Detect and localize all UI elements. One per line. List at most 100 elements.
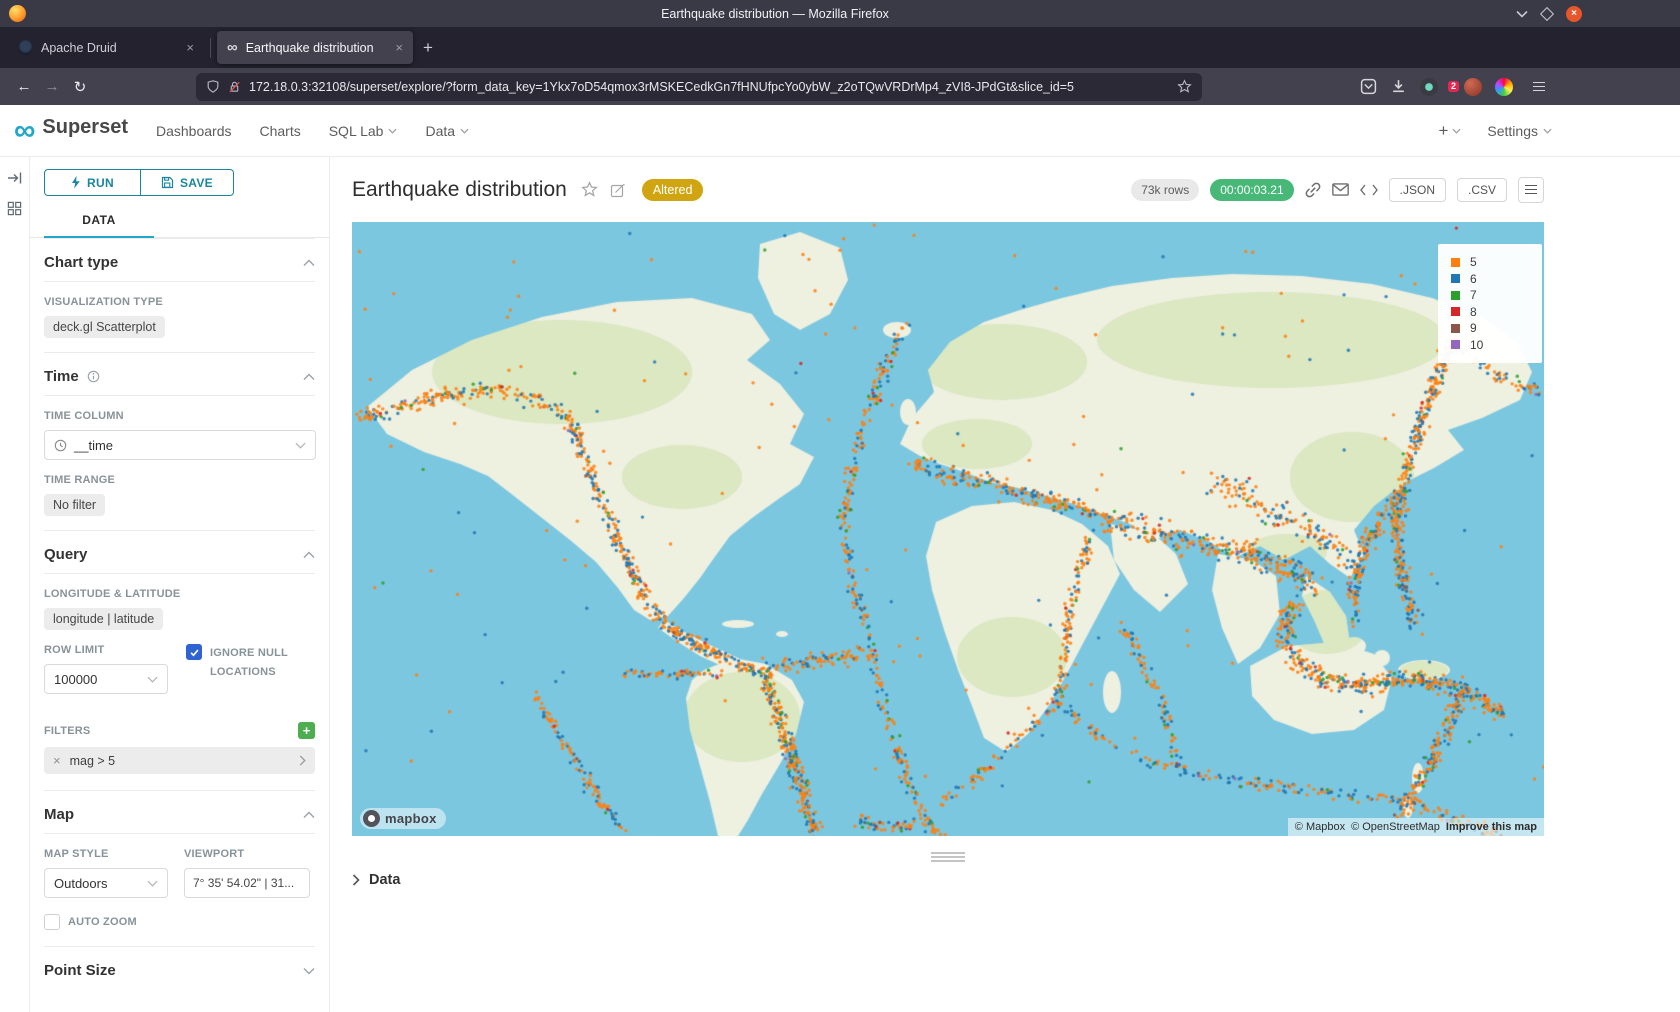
query-timer-badge: 00:00:03.21	[1210, 179, 1293, 201]
window-chevron-control[interactable]	[1516, 10, 1528, 18]
email-icon[interactable]	[1332, 183, 1349, 196]
export-csv-button[interactable]: .CSV	[1457, 178, 1507, 202]
chart-menu-button[interactable]	[1518, 177, 1544, 203]
firefox-menu-button[interactable]	[1526, 74, 1552, 100]
tracking-shield-icon[interactable]	[206, 79, 220, 94]
tab-close-icon[interactable]: ×	[186, 40, 194, 55]
time-range-value[interactable]: No filter	[44, 494, 105, 516]
connection-lock-icon[interactable]	[228, 80, 241, 94]
row-limit-select[interactable]: 100000	[44, 664, 168, 694]
attribution-osm[interactable]: © OpenStreetMap	[1351, 821, 1440, 833]
screen: Earthquake distribution — Mozilla Firefo…	[0, 0, 1680, 1012]
export-json-button[interactable]: .JSON	[1389, 178, 1446, 202]
settings-menu[interactable]: Settings	[1487, 123, 1552, 139]
viz-type-value[interactable]: deck.gl Scatterplot	[44, 316, 165, 338]
viewport-col: VIEWPORT 7° 35' 54.02" | 31...	[184, 834, 310, 912]
remove-filter-icon[interactable]: ×	[53, 753, 61, 768]
dataset-grid-icon[interactable]	[7, 201, 22, 216]
favorite-star-icon[interactable]	[581, 181, 598, 198]
improve-map-link[interactable]: Improve this map	[1446, 821, 1537, 833]
nav-charts[interactable]: Charts	[259, 123, 300, 139]
new-item-menu[interactable]: +	[1438, 121, 1461, 141]
map-canvas[interactable]	[352, 222, 1544, 836]
tab-data[interactable]: DATA	[44, 204, 154, 238]
lonlat-label: LONGITUDE & LATITUDE	[44, 588, 315, 600]
section-title: Map	[44, 806, 74, 823]
filter-chip[interactable]: × mag > 5	[44, 747, 315, 774]
profile-avatar[interactable]	[1464, 78, 1482, 96]
window-shade-control[interactable]	[1540, 6, 1554, 20]
nav-data[interactable]: Data	[425, 123, 469, 139]
nav-sql-lab[interactable]: SQL Lab	[329, 123, 398, 139]
attribution-mapbox[interactable]: © Mapbox	[1295, 821, 1345, 833]
map-viewport[interactable]: 5 6 7 8 9 10 mapbox © Mapbox © OpenStree…	[352, 222, 1544, 836]
mapbox-logo[interactable]: mapbox	[360, 808, 446, 829]
url-bar[interactable]: 172.18.0.3:32108/superset/explore/?form_…	[196, 73, 1202, 101]
legend-swatch	[1451, 274, 1460, 283]
back-button[interactable]: ←	[10, 73, 38, 101]
legend-item: 10	[1451, 337, 1542, 354]
map-attribution: © Mapbox © OpenStreetMap Improve this ma…	[1288, 818, 1544, 836]
map-style-select[interactable]: Outdoors	[44, 868, 168, 898]
panel-drag-handle[interactable]	[931, 852, 965, 862]
run-button[interactable]: RUN	[44, 169, 141, 196]
tab-separator	[210, 38, 211, 58]
bookmark-star-icon[interactable]	[1177, 79, 1192, 94]
title-actions: Altered	[581, 179, 704, 201]
add-filter-button[interactable]: +	[298, 722, 315, 739]
ignore-null-checkbox[interactable]	[186, 644, 202, 660]
viewport-label: VIEWPORT	[184, 848, 310, 860]
druid-favicon	[18, 40, 33, 55]
embed-code-icon[interactable]	[1360, 184, 1378, 196]
extension-badge: 2	[1448, 81, 1459, 92]
window-close-button[interactable]: ×	[1566, 6, 1582, 22]
extension-icon[interactable]	[1420, 78, 1438, 96]
viewport-value[interactable]: 7° 35' 54.02" | 31...	[184, 868, 310, 898]
section-header-map[interactable]: Map	[44, 791, 315, 834]
superset-logo[interactable]: ∞ Superset	[14, 116, 128, 146]
time-column-select[interactable]: __time	[44, 430, 316, 460]
extensions-pinwheel-icon[interactable]	[1495, 78, 1513, 96]
legend-swatch	[1451, 307, 1460, 316]
chevron-down-icon	[295, 442, 306, 449]
section-header-time[interactable]: Time	[44, 353, 315, 396]
edit-title-icon[interactable]	[610, 182, 626, 198]
pocket-icon[interactable]	[1360, 78, 1377, 95]
forward-button[interactable]: →	[38, 73, 66, 101]
section-header-chart-type[interactable]: Chart type	[44, 239, 315, 282]
copy-link-icon[interactable]	[1305, 182, 1321, 198]
plus-icon: +	[1438, 121, 1448, 141]
downloads-icon[interactable]	[1390, 78, 1407, 95]
filter-value: mag > 5	[70, 754, 116, 768]
nav-label: Dashboards	[156, 123, 232, 139]
auto-zoom-checkbox[interactable]	[44, 914, 60, 930]
ignore-null-control: IGNORE NULL LOCATIONS	[186, 644, 296, 681]
ignore-null-label: IGNORE NULL LOCATIONS	[210, 644, 296, 681]
lonlat-value[interactable]: longitude | latitude	[44, 608, 163, 630]
expand-panel-icon[interactable]	[7, 171, 23, 185]
save-label: SAVE	[180, 176, 213, 190]
reload-button[interactable]: ↻	[66, 73, 94, 101]
legend-label: 8	[1470, 305, 1477, 319]
nav-dashboards[interactable]: Dashboards	[156, 123, 232, 139]
map-style-value: Outdoors	[54, 876, 107, 891]
section-point-size: Point Size	[44, 946, 315, 989]
tab-apache-druid[interactable]: Apache Druid ×	[8, 31, 204, 64]
url-text: 172.18.0.3:32108/superset/explore/?form_…	[249, 80, 1169, 94]
chevron-up-icon	[303, 259, 315, 267]
tab-close-icon[interactable]: ×	[395, 40, 403, 55]
legend-item: 8	[1451, 304, 1542, 321]
new-tab-button[interactable]: +	[423, 38, 433, 58]
filters-label: FILTERS	[44, 725, 90, 737]
run-label: RUN	[87, 176, 114, 190]
data-results-toggle[interactable]: Data	[352, 872, 1544, 888]
superset-favicon: ∞	[227, 40, 238, 55]
save-button[interactable]: SAVE	[140, 169, 234, 196]
legend-label: 10	[1470, 338, 1483, 352]
map-legend: 5 6 7 8 9 10	[1438, 244, 1542, 363]
row-limit-label: ROW LIMIT	[44, 644, 168, 656]
section-header-point-size[interactable]: Point Size	[44, 947, 315, 989]
section-header-query[interactable]: Query	[44, 531, 315, 574]
tab-earthquake-distribution[interactable]: ∞ Earthquake distribution ×	[217, 31, 413, 64]
info-icon	[87, 370, 100, 383]
